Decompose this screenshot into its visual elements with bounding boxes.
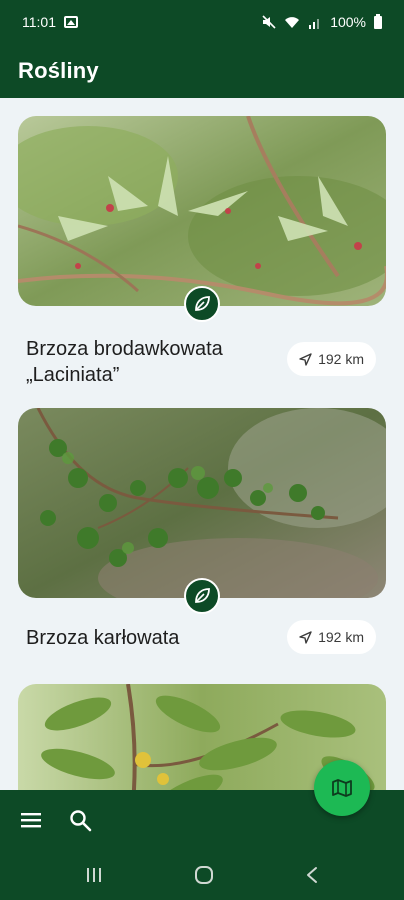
plant-card[interactable]: Brzoza karłowata 192 km xyxy=(18,408,386,658)
distance-chip: 192 km xyxy=(287,342,376,376)
distance-chip: 192 km xyxy=(287,620,376,654)
leaf-badge xyxy=(184,286,220,322)
battery-percent: 100% xyxy=(330,14,366,30)
plant-name-line1: Brzoza karłowata xyxy=(26,627,180,649)
plant-photo[interactable] xyxy=(18,116,386,306)
battery-icon xyxy=(374,13,382,29)
home-icon[interactable] xyxy=(194,865,214,885)
system-nav-bar xyxy=(0,850,404,900)
status-bar: 11:01 100% xyxy=(0,0,404,44)
navigation-arrow-icon xyxy=(299,630,312,644)
plant-name: Brzoza brodawkowata „Laciniata” xyxy=(26,336,286,388)
leaf-badge xyxy=(184,578,220,614)
page-title: Rośliny xyxy=(18,58,99,83)
plant-name-line1: Brzoza brodawkowata xyxy=(26,338,223,360)
mute-icon xyxy=(262,15,276,29)
status-time: 11:01 xyxy=(22,14,56,30)
plant-name-line2: „Laciniata” xyxy=(26,364,120,386)
app-bar: Rośliny xyxy=(0,44,404,98)
search-icon[interactable] xyxy=(68,808,92,832)
map-button[interactable] xyxy=(314,760,370,816)
menu-icon[interactable] xyxy=(20,811,42,829)
back-icon[interactable] xyxy=(305,866,319,884)
plant-name: Brzoza karłowata xyxy=(26,625,286,651)
distance-label: 192 km xyxy=(318,629,364,645)
leaf-icon xyxy=(195,296,210,311)
leaf-icon xyxy=(195,588,210,603)
navigation-arrow-icon xyxy=(299,352,312,366)
distance-label: 192 km xyxy=(318,351,364,367)
signal-icon xyxy=(309,18,320,29)
plant-list[interactable]: Brzoza brodawkowata „Laciniata” 192 km B… xyxy=(0,98,404,790)
plant-photo[interactable] xyxy=(18,408,386,598)
recent-apps-icon[interactable] xyxy=(85,867,103,883)
image-notification-icon xyxy=(64,16,78,28)
wifi-icon xyxy=(285,16,300,28)
plant-card[interactable]: Brzoza brodawkowata „Laciniata” 192 km xyxy=(18,116,386,394)
map-icon xyxy=(332,779,352,797)
